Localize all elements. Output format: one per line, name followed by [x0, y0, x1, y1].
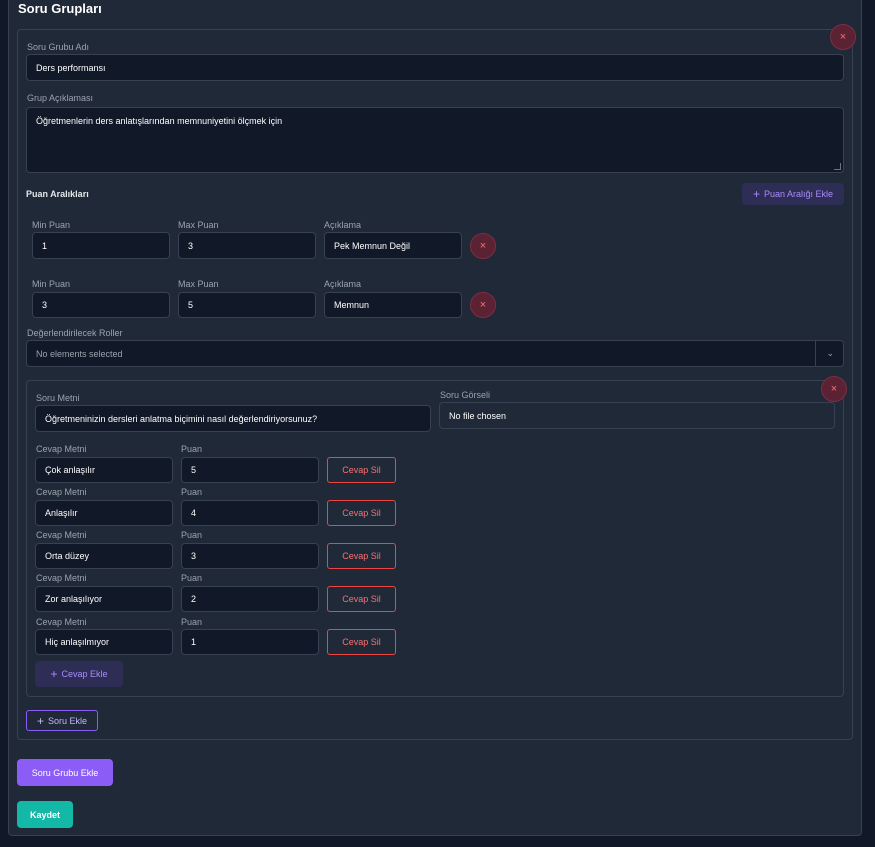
delete-answer-button[interactable]: Cevap Sil: [327, 500, 396, 526]
group-name-label: Soru Grubu Adı: [27, 42, 90, 52]
range-description-value: Memnun: [334, 300, 370, 310]
max-score-input[interactable]: 5: [178, 292, 316, 318]
resize-handle-icon[interactable]: [834, 163, 841, 170]
answer-score-value: 3: [191, 551, 197, 561]
add-score-range-button[interactable]: + Puan Aralığı Ekle: [742, 183, 844, 205]
answer-score-label: Puan: [181, 617, 203, 627]
delete-answer-button[interactable]: Cevap Sil: [327, 457, 396, 483]
answer-score-label: Puan: [181, 530, 203, 540]
min-score-input[interactable]: 3: [32, 292, 170, 318]
save-button[interactable]: Kaydet: [17, 801, 73, 828]
answer-score-value: 4: [191, 508, 197, 518]
range-description-input[interactable]: Pek Memnun Değil: [324, 232, 462, 259]
range-description-label: Açıklama: [324, 279, 362, 289]
group-description-textarea[interactable]: Öğretmenlerin ders anlatışlarından memnu…: [26, 107, 844, 173]
page-title: Soru Grupları: [18, 1, 102, 16]
answer-text-input[interactable]: Anlaşılır: [35, 500, 173, 526]
add-question-label: Soru Ekle: [47, 715, 88, 726]
max-score-label: Max Puan: [178, 279, 219, 289]
plus-icon: +: [50, 667, 58, 681]
answer-text-input[interactable]: Orta düzey: [35, 543, 173, 569]
answer-score-value: 2: [191, 594, 197, 604]
answer-text-value: Çok anlaşılır: [45, 465, 96, 475]
plus-icon: +: [752, 187, 760, 201]
min-score-label: Min Puan: [32, 220, 71, 230]
question-image-label: Soru Görseli: [440, 390, 491, 400]
delete-answer-button[interactable]: Cevap Sil: [327, 629, 396, 655]
roles-placeholder: No elements selected: [36, 348, 123, 359]
answer-text-input[interactable]: Çok anlaşılır: [35, 457, 173, 483]
close-icon: ×: [479, 299, 487, 311]
answer-score-input[interactable]: 3: [181, 543, 319, 569]
question-text-value: Öğretmeninizin dersleri anlatma biçimini…: [45, 413, 318, 424]
question-image-file-input[interactable]: No file chosen: [439, 402, 835, 429]
answer-text-value: Orta düzey: [45, 551, 90, 561]
plus-icon: +: [36, 713, 44, 728]
group-description-label: Grup Açıklaması: [27, 93, 94, 103]
answer-text-input[interactable]: Hiç anlaşılmıyor: [35, 629, 173, 655]
close-icon: ×: [839, 31, 847, 43]
add-question-group-button[interactable]: Soru Grubu Ekle: [17, 759, 113, 786]
remove-question-button[interactable]: ×: [821, 376, 847, 402]
answer-score-label: Puan: [181, 444, 203, 454]
delete-answer-button[interactable]: Cevap Sil: [327, 543, 396, 569]
range-description-input[interactable]: Memnun: [324, 292, 462, 318]
roles-label: Değerlendirilecek Roller: [27, 328, 123, 338]
min-score-value: 3: [42, 300, 48, 310]
max-score-label: Max Puan: [178, 220, 219, 230]
remove-group-button[interactable]: ×: [830, 24, 856, 50]
question-text-label: Soru Metni: [36, 393, 80, 403]
answer-text-value: Anlaşılır: [45, 508, 78, 518]
close-icon: ×: [479, 240, 487, 252]
min-score-input[interactable]: 1: [32, 232, 170, 259]
min-score-value: 1: [42, 240, 48, 251]
answer-text-label: Cevap Metni: [36, 530, 87, 540]
answer-score-input[interactable]: 1: [181, 629, 319, 655]
answer-text-value: Hiç anlaşılmıyor: [45, 637, 110, 647]
range-description-label: Açıklama: [324, 220, 362, 230]
group-name-value: Ders performansı: [36, 62, 106, 73]
roles-multiselect[interactable]: No elements selected ⌄: [26, 340, 844, 367]
answer-text-label: Cevap Metni: [36, 444, 87, 454]
question-image-value: No file chosen: [449, 410, 507, 421]
answer-text-label: Cevap Metni: [36, 487, 87, 497]
add-question-button[interactable]: + Soru Ekle: [26, 710, 98, 731]
answer-score-label: Puan: [181, 487, 203, 497]
max-score-value: 5: [188, 300, 194, 310]
answer-score-input[interactable]: 5: [181, 457, 319, 483]
min-score-label: Min Puan: [32, 279, 71, 289]
answer-score-value: 5: [191, 465, 197, 475]
question-text-input[interactable]: Öğretmeninizin dersleri anlatma biçimini…: [35, 405, 431, 432]
answer-text-label: Cevap Metni: [36, 573, 87, 583]
close-icon: ×: [830, 383, 838, 395]
add-score-range-label: Puan Aralığı Ekle: [763, 189, 834, 199]
range-description-value: Pek Memnun Değil: [334, 240, 411, 251]
answer-text-input[interactable]: Zor anlaşılıyor: [35, 586, 173, 612]
group-description-value: Öğretmenlerin ders anlatışlarından memnu…: [36, 116, 283, 126]
answer-text-value: Zor anlaşılıyor: [45, 594, 103, 604]
group-name-input[interactable]: Ders performansı: [26, 54, 844, 81]
answer-score-input[interactable]: 2: [181, 586, 319, 612]
add-answer-button[interactable]: + Cevap Ekle: [35, 661, 123, 687]
answer-score-input[interactable]: 4: [181, 500, 319, 526]
add-answer-label: Cevap Ekle: [61, 669, 108, 679]
max-score-input[interactable]: 3: [178, 232, 316, 259]
answer-score-label: Puan: [181, 573, 203, 583]
delete-answer-button[interactable]: Cevap Sil: [327, 586, 396, 612]
select-divider: [815, 341, 816, 366]
remove-range-button[interactable]: ×: [470, 292, 496, 318]
answer-text-label: Cevap Metni: [36, 617, 87, 627]
answer-score-value: 1: [191, 637, 197, 647]
chevron-down-icon[interactable]: ⌄: [826, 348, 834, 359]
remove-range-button[interactable]: ×: [470, 233, 496, 259]
score-ranges-heading: Puan Aralıkları: [26, 189, 89, 199]
max-score-value: 3: [188, 240, 194, 251]
